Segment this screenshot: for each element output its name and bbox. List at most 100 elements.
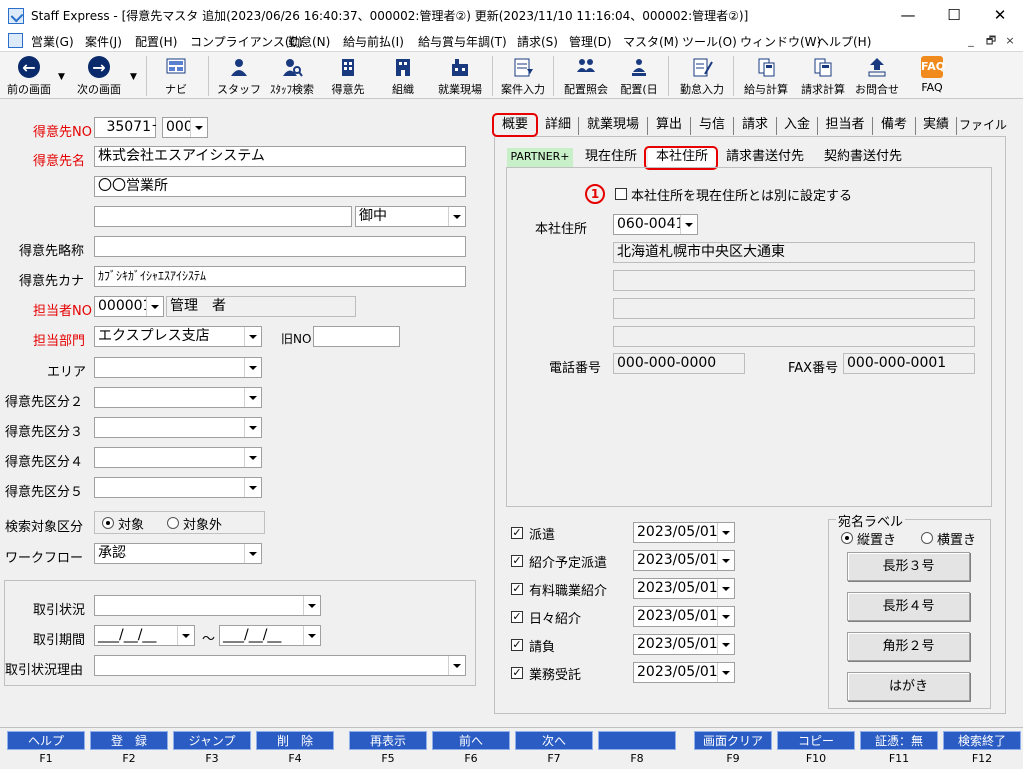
tab-staff[interactable]: 担当者 bbox=[820, 115, 870, 137]
f5-refresh-button[interactable]: 再表示 bbox=[349, 731, 427, 750]
payroll-button[interactable]: 給与計算 bbox=[739, 54, 793, 98]
kana-input[interactable]: ｶﾌﾞｼｷｶﾞｲｼｬｴｽｱｲｼｽﾃﾑ bbox=[94, 266, 466, 287]
mdi-close-button[interactable]: × bbox=[1002, 33, 1018, 48]
hq-address3-input[interactable] bbox=[613, 298, 975, 319]
old-no-input[interactable] bbox=[313, 326, 400, 347]
class5-select[interactable] bbox=[94, 477, 262, 498]
f11-voucher-button[interactable]: 証憑：無 bbox=[860, 731, 938, 750]
separate-hq-checkbox[interactable] bbox=[615, 188, 627, 200]
forward-dropdown-icon[interactable]: ▼ bbox=[130, 72, 137, 82]
contract-checkbox-daily[interactable]: ✓ bbox=[511, 611, 523, 623]
tel-input[interactable]: 000-000-0000 bbox=[613, 353, 745, 374]
menu-compliance[interactable]: コンプライアンス(C) bbox=[190, 33, 303, 50]
back-button[interactable]: ← 前の画面 bbox=[3, 54, 55, 98]
f3-jump-button[interactable]: ジャンプ bbox=[173, 731, 251, 750]
assign-day-button[interactable]: 配置(日 bbox=[616, 54, 662, 98]
tab-credit[interactable]: 与信 bbox=[693, 115, 731, 137]
tab-detail[interactable]: 詳細 bbox=[540, 115, 576, 137]
minimize-button[interactable]: — bbox=[885, 0, 931, 31]
f8-button[interactable] bbox=[598, 731, 676, 750]
customer-no-input[interactable]: 35071 bbox=[94, 117, 156, 138]
contract-checkbox-ttp[interactable]: ✓ bbox=[511, 555, 523, 567]
f6-prev-button[interactable]: 前へ bbox=[432, 731, 510, 750]
contact-button[interactable]: お問合せ bbox=[852, 54, 902, 98]
tab-workplace[interactable]: 就業現場 bbox=[581, 115, 645, 137]
contract-checkbox-dispatch[interactable]: ✓ bbox=[511, 527, 523, 539]
f12-exit-button[interactable]: 検索終了 bbox=[943, 731, 1021, 750]
class3-select[interactable] bbox=[94, 417, 262, 438]
mdi-restore-button[interactable]: 🗗 bbox=[983, 33, 999, 48]
attendance-button[interactable]: 勤怠入力 bbox=[675, 54, 729, 98]
maximize-button[interactable]: ☐ bbox=[931, 0, 977, 31]
label-postcard-button[interactable]: はがき bbox=[847, 672, 970, 701]
menu-master[interactable]: マスタ(M) bbox=[623, 33, 679, 50]
trade-to-date[interactable]: ___/__/__ bbox=[219, 625, 321, 646]
mdi-minimize-button[interactable]: _ bbox=[963, 33, 979, 48]
workflow-select[interactable]: 承認 bbox=[94, 543, 262, 564]
trade-status-select[interactable] bbox=[94, 595, 321, 616]
staff-button[interactable]: スタッフ bbox=[216, 54, 262, 98]
close-button[interactable]: ✕ bbox=[977, 0, 1023, 31]
menu-anken[interactable]: 案件(J) bbox=[85, 33, 122, 50]
class2-select[interactable] bbox=[94, 387, 262, 408]
tab-files[interactable]: ファイル bbox=[959, 115, 1007, 137]
class4-select[interactable] bbox=[94, 447, 262, 468]
subtab-invoice-address[interactable]: 請求書送付先 bbox=[720, 148, 810, 168]
label-square2-button[interactable]: 角形２号 bbox=[847, 632, 970, 661]
hq-address4-input[interactable] bbox=[613, 326, 975, 347]
contract-date-dispatch[interactable]: 2023/05/01 bbox=[633, 522, 735, 543]
menu-haichi[interactable]: 配置(H) bbox=[135, 33, 177, 50]
menu-tools[interactable]: ツール(O) bbox=[682, 33, 737, 50]
staff-search-button[interactable]: ｽﾀｯﾌ検索 bbox=[264, 54, 320, 98]
assign-inquiry-button[interactable]: 配置照会 bbox=[559, 54, 613, 98]
navi-button[interactable]: ナビ bbox=[156, 54, 196, 98]
case-input-button[interactable]: 案件入力 bbox=[497, 54, 549, 98]
hq-address2-input[interactable] bbox=[613, 270, 975, 291]
honorific-select[interactable]: 御中 bbox=[355, 206, 466, 227]
short-name-input[interactable] bbox=[94, 236, 466, 257]
contract-checkbox-placement[interactable]: ✓ bbox=[511, 583, 523, 595]
contract-checkbox-contracting[interactable]: ✓ bbox=[511, 639, 523, 651]
org-button[interactable]: 組織 bbox=[380, 54, 426, 98]
contract-date-contracting[interactable]: 2023/05/01 bbox=[633, 634, 735, 655]
menu-window[interactable]: ウィンドウ(W) bbox=[740, 33, 821, 50]
billing-button[interactable]: 請求計算 bbox=[796, 54, 850, 98]
f1-help-button[interactable]: ヘルプ bbox=[7, 731, 85, 750]
contract-checkbox-outsourcing[interactable]: ✓ bbox=[511, 667, 523, 679]
tab-notes[interactable]: 備考 bbox=[875, 115, 913, 137]
contract-date-ttp[interactable]: 2023/05/01 bbox=[633, 550, 735, 571]
tab-payment[interactable]: 入金 bbox=[779, 115, 815, 137]
tab-calc[interactable]: 算出 bbox=[650, 115, 688, 137]
contract-date-daily[interactable]: 2023/05/01 bbox=[633, 606, 735, 627]
customer-name2-input[interactable]: 〇〇営業所 bbox=[94, 176, 466, 197]
dept-select[interactable]: エクスプレス支店 bbox=[94, 326, 262, 347]
customer-branch-select[interactable]: 000 bbox=[162, 117, 208, 138]
search-off-radio[interactable] bbox=[167, 517, 179, 529]
f7-next-button[interactable]: 次へ bbox=[515, 731, 593, 750]
menu-admin[interactable]: 管理(D) bbox=[569, 33, 612, 50]
label-long4-button[interactable]: 長形４号 bbox=[847, 592, 970, 621]
f2-register-button[interactable]: 登 録 bbox=[90, 731, 168, 750]
search-on-radio[interactable] bbox=[102, 517, 114, 529]
partner-badge[interactable]: PARTNER+ bbox=[507, 148, 573, 168]
area-select[interactable] bbox=[94, 357, 262, 378]
vertical-radio[interactable] bbox=[841, 532, 853, 544]
menu-prepay[interactable]: 給与前払(I) bbox=[343, 33, 404, 50]
menu-billing[interactable]: 請求(S) bbox=[517, 33, 558, 50]
trade-from-date[interactable]: ___/__/__ bbox=[94, 625, 195, 646]
workplace-button[interactable]: 就業現場 bbox=[432, 54, 488, 98]
menu-payroll[interactable]: 給与賞与年調(T) bbox=[418, 33, 507, 50]
faq-button[interactable]: FAQ FAQ bbox=[910, 54, 954, 98]
menu-eigyo[interactable]: 営業(G) bbox=[31, 33, 74, 50]
trade-reason-select[interactable] bbox=[94, 655, 466, 676]
subtab-current-address[interactable]: 現在住所 bbox=[580, 148, 642, 168]
contract-date-placement[interactable]: 2023/05/01 bbox=[633, 578, 735, 599]
postal-code-select[interactable]: 060-0041 bbox=[613, 214, 698, 235]
menu-help[interactable]: ヘルプ(H) bbox=[817, 33, 871, 50]
fax-input[interactable]: 000-000-0001 bbox=[843, 353, 975, 374]
menu-kintai[interactable]: 勤怠(N) bbox=[288, 33, 330, 50]
forward-button[interactable]: → 次の画面 bbox=[70, 54, 128, 98]
tab-billing[interactable]: 請求 bbox=[736, 115, 774, 137]
tab-results[interactable]: 実績 bbox=[918, 115, 954, 137]
f9-clear-button[interactable]: 画面クリア bbox=[694, 731, 772, 750]
